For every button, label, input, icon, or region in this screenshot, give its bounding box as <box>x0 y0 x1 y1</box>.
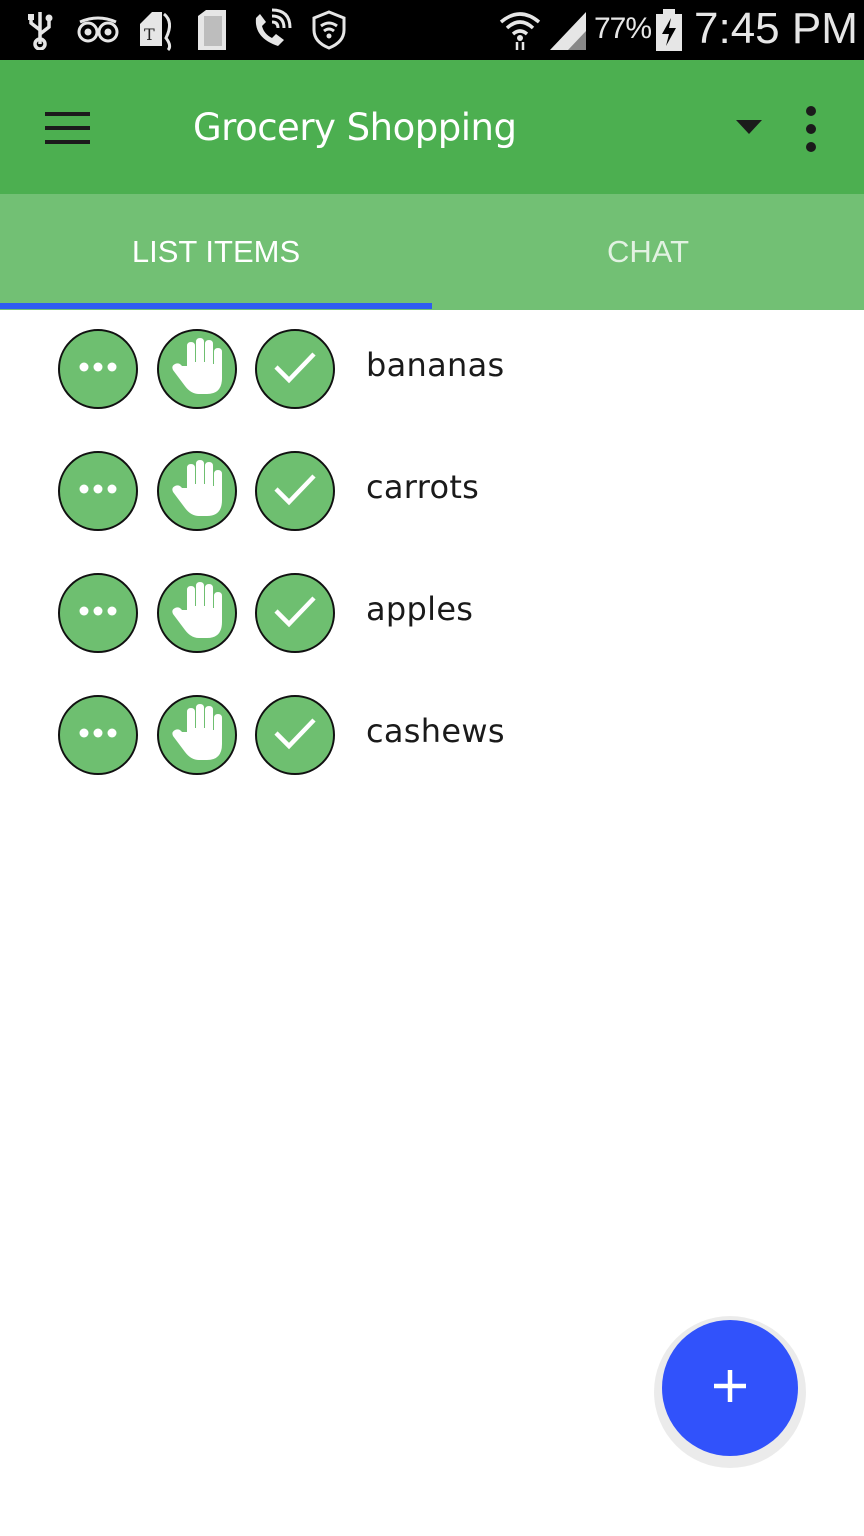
check-off-button[interactable] <box>255 695 335 775</box>
tripadvisor-icon <box>76 8 120 52</box>
sd-card-icon <box>194 8 230 52</box>
check-icon <box>272 593 318 634</box>
claim-item-button[interactable] <box>157 573 237 653</box>
raise-hand-icon <box>169 458 225 525</box>
check-icon <box>272 471 318 512</box>
battery-charging-icon <box>654 8 684 52</box>
overflow-menu-icon[interactable] <box>796 104 826 154</box>
svg-text:T: T <box>144 25 155 44</box>
dropdown-icon[interactable] <box>730 116 768 142</box>
app-toolbar: Grocery Shopping <box>0 60 864 194</box>
claim-item-button[interactable] <box>157 329 237 409</box>
tab-indicator <box>0 303 432 309</box>
menu-icon[interactable] <box>40 106 96 150</box>
list-item: bananas <box>0 310 864 432</box>
more-icon <box>78 604 118 622</box>
item-label: cashews <box>366 712 505 750</box>
tab-bar: LIST ITEMS CHAT <box>0 194 864 310</box>
shield-icon <box>312 8 346 52</box>
more-icon <box>78 726 118 744</box>
tab-list-items[interactable]: LIST ITEMS <box>0 194 432 310</box>
check-icon <box>272 349 318 390</box>
more-icon <box>78 482 118 500</box>
signal-icon <box>548 8 588 52</box>
more-options-button[interactable] <box>58 329 138 409</box>
usb-icon <box>26 8 54 52</box>
claim-item-button[interactable] <box>157 695 237 775</box>
raise-hand-icon <box>169 336 225 403</box>
list-item: apples <box>0 554 864 676</box>
tmobile-tag-icon: T <box>136 8 176 52</box>
item-label: apples <box>366 590 474 628</box>
clock: 7:45 PM <box>694 4 858 53</box>
check-off-button[interactable] <box>255 329 335 409</box>
check-off-button[interactable] <box>255 451 335 531</box>
raise-hand-icon <box>169 580 225 647</box>
item-label: carrots <box>366 468 480 506</box>
page-title: Grocery Shopping <box>193 106 517 149</box>
more-icon <box>78 360 118 378</box>
item-label: bananas <box>366 346 505 384</box>
check-icon <box>272 715 318 756</box>
check-off-button[interactable] <box>255 573 335 653</box>
list-item: carrots <box>0 432 864 554</box>
status-bar: T 77% 7:45 PM <box>0 0 864 60</box>
more-options-button[interactable] <box>58 573 138 653</box>
plus-icon <box>710 1366 750 1411</box>
add-item-button[interactable] <box>662 1320 798 1456</box>
more-options-button[interactable] <box>58 695 138 775</box>
wifi-calling-icon <box>248 8 292 52</box>
list-item: cashews <box>0 676 864 798</box>
battery-percent: 77% <box>594 12 652 45</box>
tab-chat[interactable]: CHAT <box>432 194 864 310</box>
more-options-button[interactable] <box>58 451 138 531</box>
claim-item-button[interactable] <box>157 451 237 531</box>
wifi-icon <box>498 8 542 52</box>
raise-hand-icon <box>169 702 225 769</box>
